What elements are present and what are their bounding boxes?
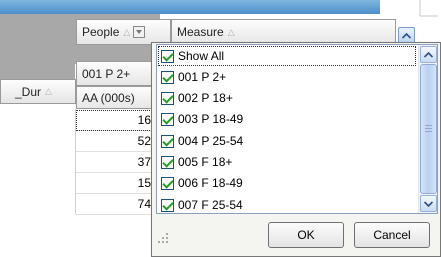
list-item-label: 002 P 18+ — [178, 91, 233, 105]
checkbox[interactable] — [161, 49, 174, 63]
list-item-label: 003 P 18-49 — [178, 112, 244, 126]
data-cell[interactable]: 37 — [76, 152, 156, 173]
list-item[interactable]: 005 F 18+ — [158, 152, 418, 172]
people-header-label: People — [82, 25, 120, 39]
list-item[interactable]: 004 P 25-54 — [158, 131, 418, 151]
list-item-label: 004 P 25-54 — [178, 134, 244, 148]
duration-header-label: _Dur — [15, 84, 42, 99]
list-item[interactable]: 002 P 18+ — [158, 88, 418, 108]
duration-field-header[interactable]: _Dur △ — [0, 79, 76, 104]
filter-dropdown-icon[interactable] — [133, 26, 146, 38]
corner-decoration — [419, 0, 438, 17]
list-item[interactable]: 003 P 18-49 — [158, 109, 418, 129]
list-item-label: 005 F 18+ — [178, 155, 233, 169]
checkbox[interactable] — [161, 155, 174, 169]
measure-header-label: Measure — [177, 25, 224, 39]
list-item[interactable]: 007 F 25-54 — [158, 195, 418, 213]
list-item-label: 007 F 25-54 — [178, 198, 243, 212]
checkbox[interactable] — [161, 198, 174, 212]
column-header-p2[interactable]: 001 P 2+ — [76, 61, 156, 86]
title-bar-strip — [0, 0, 380, 14]
column-header-aa[interactable]: AA (000s) — [76, 86, 156, 109]
data-cell[interactable]: 52 — [76, 131, 156, 152]
row-labels-column — [0, 109, 76, 214]
column-header-aa-label: AA (000s) — [82, 90, 135, 105]
list-item[interactable]: 006 F 18-49 — [158, 173, 418, 193]
list-scrollbar[interactable] — [418, 45, 437, 213]
data-cell[interactable]: 74 — [76, 194, 156, 215]
sort-icon: △ — [45, 86, 52, 96]
column-header-p2-label: 001 P 2+ — [82, 66, 131, 81]
scroll-up-button[interactable] — [420, 46, 437, 63]
cancel-button[interactable]: Cancel — [354, 222, 430, 248]
checkbox[interactable] — [161, 112, 174, 126]
checkbox[interactable] — [161, 91, 174, 105]
data-cell[interactable]: 15 — [76, 173, 156, 194]
checkbox[interactable] — [161, 176, 174, 190]
list-item-label: 006 F 18-49 — [178, 176, 243, 190]
chevron-down-icon — [424, 200, 433, 207]
checkbox[interactable] — [161, 134, 174, 148]
resize-grip-icon[interactable] — [157, 232, 171, 246]
list-item[interactable]: 001 P 2+ — [158, 67, 418, 87]
sort-icon: △ — [123, 26, 131, 37]
ok-button[interactable]: OK — [268, 222, 344, 248]
sort-icon: △ — [227, 26, 235, 37]
chevron-up-icon — [424, 51, 433, 58]
data-cell[interactable]: 16 — [76, 110, 156, 131]
chevron-up-icon — [402, 32, 411, 39]
filter-list[interactable]: Show All 001 P 2+ 002 P 18+ 003 P 18-49 … — [156, 44, 438, 214]
list-item-show-all[interactable]: Show All — [158, 46, 416, 66]
checkbox[interactable] — [161, 70, 174, 84]
scrollbar-thumb[interactable] — [420, 64, 437, 194]
scroll-down-button[interactable] — [420, 195, 437, 212]
list-item-label: 001 P 2+ — [178, 70, 227, 84]
list-item-label: Show All — [178, 49, 225, 63]
